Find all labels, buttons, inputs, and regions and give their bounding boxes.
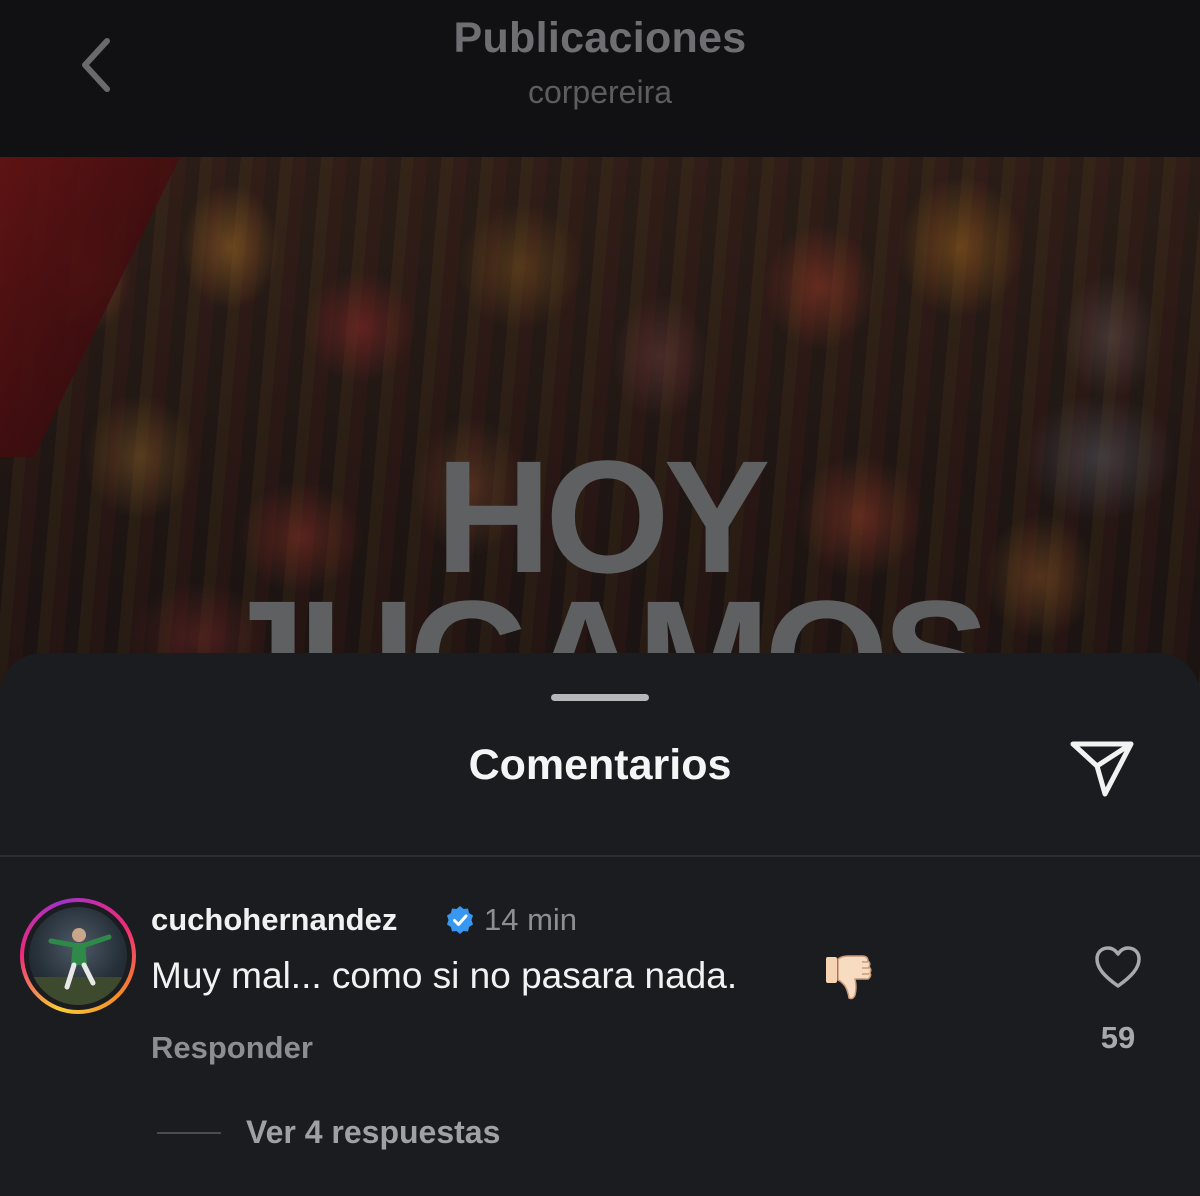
reply-button[interactable]: Responder [151, 1030, 313, 1066]
view-replies-button[interactable]: Ver 4 respuestas [246, 1114, 500, 1151]
post-image[interactable]: HOY JUGAMOS [0, 157, 1200, 697]
like-count: 59 [1100, 1020, 1136, 1055]
comments-sheet: Comentarios cuchohernandez 14 min Muy ma… [0, 653, 1200, 1196]
thumbs-down-emoji-icon [826, 955, 872, 1000]
share-button[interactable] [1066, 733, 1138, 805]
instagram-comments-screen: Publicaciones corpereira HOY JUGAMOS Com… [0, 0, 1200, 1196]
paper-plane-icon [1070, 741, 1134, 797]
top-navigation-bar: Publicaciones corpereira [0, 0, 1200, 157]
page-subtitle-username[interactable]: corpereira [0, 74, 1200, 111]
avatar[interactable] [20, 898, 136, 1014]
avatar-photo [29, 907, 127, 1005]
heart-icon [1095, 946, 1141, 988]
comment-timestamp: 14 min [484, 902, 578, 937]
verified-badge-icon [447, 906, 473, 934]
comment-item: cuchohernandez 14 min Muy mal... como si… [0, 857, 1200, 1196]
comments-title: Comentarios [468, 741, 732, 789]
sheet-drag-handle[interactable] [551, 694, 649, 701]
like-button[interactable] [1090, 939, 1146, 995]
comment-username[interactable]: cuchohernandez [151, 902, 397, 938]
comment-text: Muy mal... como si no pasara nada. [151, 955, 738, 996]
player-silhouette-icon [29, 928, 127, 1005]
replies-connector-line [157, 1132, 221, 1134]
page-title: Publicaciones [453, 14, 747, 62]
